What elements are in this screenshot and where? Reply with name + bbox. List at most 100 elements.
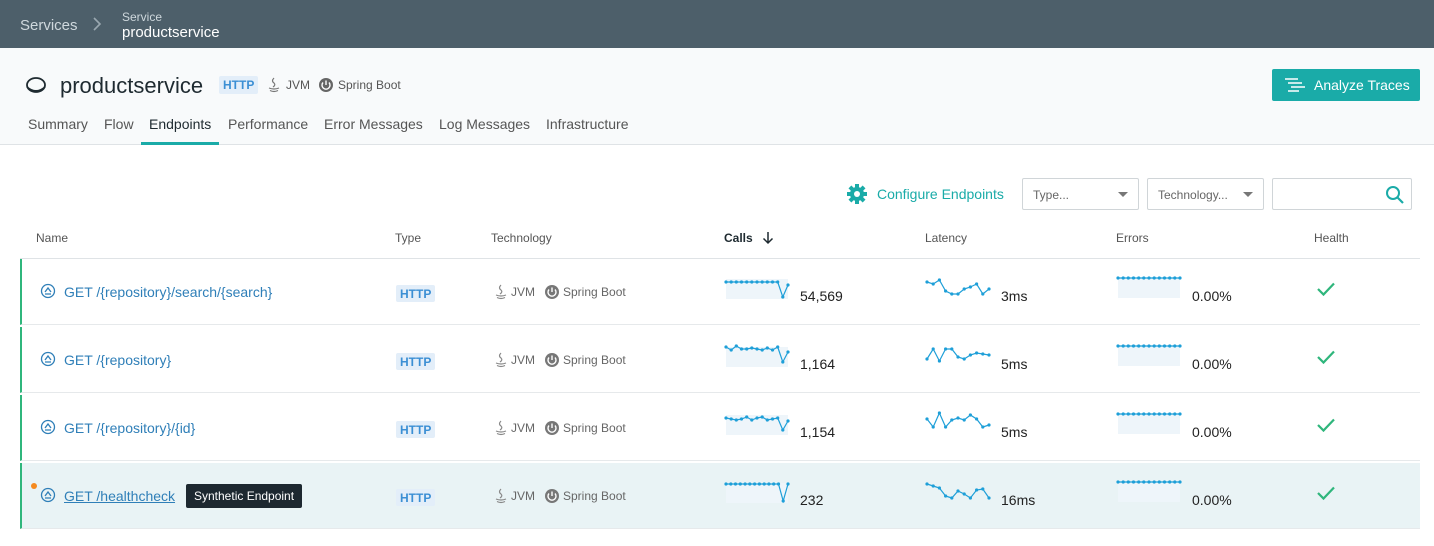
java-icon bbox=[495, 352, 507, 368]
tab-infrastructure[interactable]: Infrastructure bbox=[546, 116, 628, 145]
arrow-down-icon[interactable] bbox=[762, 231, 774, 245]
breadcrumb-current: productservice bbox=[122, 24, 220, 41]
calls-value: 54,569 bbox=[800, 288, 843, 304]
synthetic-endpoint-tooltip: Synthetic Endpoint bbox=[186, 484, 303, 508]
page-title: productservice bbox=[60, 73, 204, 98]
tech-spring-label: Spring Boot bbox=[563, 421, 626, 435]
endpoint-icon bbox=[40, 419, 56, 435]
type-filter-select[interactable]: Type... bbox=[1022, 178, 1139, 210]
latency-value: 5ms bbox=[1001, 424, 1028, 440]
spring-boot-icon bbox=[545, 489, 559, 503]
type-badge: HTTP bbox=[396, 353, 436, 370]
spring-boot-icon bbox=[319, 78, 333, 92]
latency-sparkline bbox=[925, 411, 991, 429]
java-icon bbox=[268, 77, 280, 93]
service-icon bbox=[26, 77, 46, 93]
tech-jvm-label: JVM bbox=[511, 285, 535, 299]
latency-sparkline bbox=[925, 347, 991, 363]
check-icon bbox=[1317, 350, 1335, 365]
type-filter-placeholder: Type... bbox=[1033, 188, 1070, 202]
tech-spring-label: Spring Boot bbox=[563, 285, 626, 299]
errors-value: 0.00% bbox=[1192, 492, 1232, 508]
errors-value: 0.00% bbox=[1192, 356, 1232, 372]
errors-sparkline bbox=[1116, 480, 1182, 502]
chevron-right-icon bbox=[93, 17, 102, 31]
latency-value: 16ms bbox=[1001, 492, 1036, 508]
analyze-traces-button[interactable]: Analyze Traces bbox=[1272, 69, 1420, 101]
type-badge: HTTP bbox=[396, 285, 436, 302]
column-header-type[interactable]: Type bbox=[395, 231, 421, 245]
caret-down-icon bbox=[1118, 192, 1128, 197]
column-header-health[interactable]: Health bbox=[1314, 231, 1349, 245]
latency-value: 5ms bbox=[1001, 356, 1028, 372]
column-header-latency[interactable]: Latency bbox=[925, 231, 967, 245]
search-icon[interactable] bbox=[1385, 185, 1405, 205]
errors-value: 0.00% bbox=[1192, 288, 1232, 304]
endpoint-name-link[interactable]: GET /{repository} bbox=[64, 352, 171, 368]
java-icon bbox=[495, 284, 507, 300]
analyze-traces-label: Analyze Traces bbox=[1314, 77, 1410, 93]
calls-sparkline bbox=[724, 415, 790, 435]
tab-flow[interactable]: Flow bbox=[104, 116, 134, 145]
java-icon bbox=[495, 488, 507, 504]
table-row[interactable]: GET /{repository} HTTP JVM Spring Boot 1… bbox=[20, 327, 1420, 393]
calls-sparkline bbox=[724, 482, 790, 504]
tab-error-messages[interactable]: Error Messages bbox=[324, 116, 423, 145]
check-icon bbox=[1317, 418, 1335, 433]
tech-spring-label: Spring Boot bbox=[338, 78, 401, 92]
column-header-calls[interactable]: Calls bbox=[724, 231, 753, 245]
latency-sparkline bbox=[925, 482, 991, 500]
tab-endpoints[interactable]: Endpoints bbox=[141, 116, 220, 145]
tab-performance[interactable]: Performance bbox=[228, 116, 308, 145]
table-row[interactable]: GET /healthcheck Synthetic Endpoint HTTP… bbox=[20, 463, 1420, 529]
gear-icon[interactable] bbox=[846, 183, 868, 205]
column-header-name[interactable]: Name bbox=[36, 231, 68, 245]
endpoint-icon bbox=[40, 487, 56, 503]
traces-icon bbox=[1285, 78, 1305, 92]
table-row[interactable]: GET /{repository}/{id} HTTP JVM Spring B… bbox=[20, 395, 1420, 461]
endpoint-name-link[interactable]: GET /healthcheck bbox=[64, 488, 175, 504]
type-badge: HTTP bbox=[396, 489, 436, 506]
errors-sparkline bbox=[1116, 276, 1182, 298]
column-header-technology[interactable]: Technology bbox=[491, 231, 552, 245]
warning-dot bbox=[31, 483, 37, 489]
tech-spring-label: Spring Boot bbox=[563, 353, 626, 367]
type-badge: HTTP bbox=[396, 421, 436, 438]
configure-endpoints-link[interactable]: Configure Endpoints bbox=[877, 186, 1004, 202]
table-row[interactable]: GET /{repository}/search/{search} HTTP J… bbox=[20, 259, 1420, 325]
endpoint-name-link[interactable]: GET /{repository}/{id} bbox=[64, 420, 195, 436]
errors-sparkline bbox=[1116, 412, 1182, 434]
tech-jvm-label: JVM bbox=[511, 421, 535, 435]
tech-jvm-label: JVM bbox=[286, 78, 310, 92]
errors-sparkline bbox=[1116, 344, 1182, 366]
calls-value: 232 bbox=[800, 492, 824, 508]
search-input[interactable] bbox=[1272, 178, 1412, 210]
spring-boot-icon bbox=[545, 421, 559, 435]
tab-log-messages[interactable]: Log Messages bbox=[439, 116, 530, 145]
tab-summary[interactable]: Summary bbox=[28, 116, 88, 145]
tech-spring-label: Spring Boot bbox=[563, 489, 626, 503]
type-badge: HTTP bbox=[219, 76, 259, 94]
check-icon bbox=[1317, 486, 1335, 501]
endpoint-icon bbox=[40, 283, 56, 299]
technology-filter-select[interactable]: Technology... bbox=[1147, 178, 1264, 210]
latency-value: 3ms bbox=[1001, 288, 1028, 304]
endpoint-icon bbox=[40, 351, 56, 367]
tech-jvm-label: JVM bbox=[511, 353, 535, 367]
breadcrumb-services-link[interactable]: Services bbox=[20, 17, 78, 34]
column-header-errors[interactable]: Errors bbox=[1116, 231, 1149, 245]
latency-sparkline bbox=[925, 278, 991, 296]
spring-boot-icon bbox=[545, 285, 559, 299]
technology-filter-placeholder: Technology... bbox=[1158, 188, 1228, 202]
errors-value: 0.00% bbox=[1192, 424, 1232, 440]
top-bar: Services Service productservice bbox=[0, 0, 1434, 48]
spring-boot-icon bbox=[545, 353, 559, 367]
calls-sparkline bbox=[724, 344, 790, 367]
java-icon bbox=[495, 420, 507, 436]
tech-jvm-label: JVM bbox=[511, 489, 535, 503]
breadcrumb-label: Service bbox=[122, 10, 163, 24]
calls-sparkline bbox=[724, 279, 790, 299]
calls-value: 1,154 bbox=[800, 424, 836, 440]
endpoint-name-link[interactable]: GET /{repository}/search/{search} bbox=[64, 284, 272, 300]
service-header: productservice HTTP JVM Spring Boot Anal… bbox=[0, 48, 1434, 145]
